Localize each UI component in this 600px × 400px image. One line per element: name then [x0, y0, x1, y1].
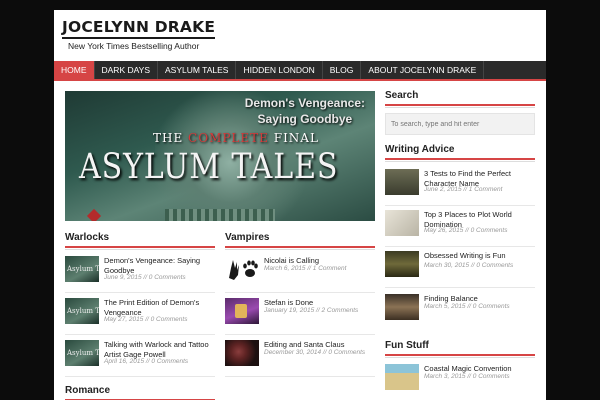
post-meta: June 9, 2015 // 0 Comments — [104, 274, 186, 281]
divider — [225, 334, 375, 335]
post-title[interactable]: The Print Edition of Demon's Vengeance — [104, 298, 215, 317]
list-item[interactable]: Coastal Magic Convention March 3, 2015 /… — [385, 364, 535, 398]
hero-subtitle-line2: Saying Goodbye — [257, 112, 353, 126]
thumbnail-text: Asylum Tales — [67, 307, 99, 315]
post-thumbnail[interactable] — [385, 364, 419, 390]
divider — [65, 334, 215, 335]
site-logo[interactable]: JOCELYNN DRAKE New York Times Bestsellin… — [62, 18, 216, 51]
vampires-section: Vampires — [225, 232, 375, 250]
warlocks-section: Warlocks — [65, 232, 215, 250]
search-input[interactable] — [385, 113, 535, 135]
post-meta: June 2, 2015 // 1 Comment — [424, 186, 503, 193]
list-item[interactable]: Stefan is Done January 19, 2015 // 2 Com… — [225, 298, 375, 335]
hero-complete-red: COMPLETE — [188, 131, 269, 145]
post-thumbnail[interactable] — [385, 210, 419, 236]
book-cover-shape — [235, 304, 247, 318]
divider — [385, 287, 535, 288]
thumbnail-text: Asylum Tales — [67, 349, 99, 357]
nav-item-about[interactable]: ABOUT JOCELYNN DRAKE — [361, 61, 485, 79]
writing-advice-section: Writing Advice — [385, 144, 535, 162]
hero-subtitle-line1: Demon's Vengeance: — [244, 96, 365, 110]
list-item[interactable]: Editing and Santa Claus December 30, 201… — [225, 340, 375, 377]
post-thumbnail[interactable] — [225, 340, 259, 366]
divider — [385, 246, 535, 247]
post-title[interactable]: Talking with Warlock and Tattoo Artist G… — [104, 340, 215, 359]
post-thumbnail[interactable] — [225, 298, 259, 324]
list-item[interactable]: Asylum Tales The Print Edition of Demon'… — [65, 298, 215, 335]
post-meta: March 6, 2015 // 1 Comment — [264, 265, 347, 272]
post-thumbnail[interactable] — [385, 294, 419, 320]
post-title[interactable]: Demon's Vengeance: Saying Goodbye — [104, 256, 215, 275]
list-item[interactable]: Nicolai is Calling March 6, 2015 // 1 Co… — [225, 256, 375, 293]
post-meta: March 3, 2015 // 0 Comments — [424, 373, 510, 380]
post-meta: March 30, 2015 // 0 Comments — [424, 262, 514, 269]
post-meta: April 16, 2015 // 0 Comments — [104, 358, 189, 365]
hero-belt — [165, 209, 275, 221]
romance-heading[interactable]: Romance — [65, 385, 215, 400]
site-tagline: New York Times Bestselling Author — [68, 41, 200, 51]
post-meta: March 5, 2015 // 0 Comments — [424, 303, 510, 310]
fun-stuff-section: Fun Stuff — [385, 340, 535, 358]
search-widget: Search — [385, 90, 535, 108]
list-item[interactable]: Obsessed Writing is Fun March 30, 2015 /… — [385, 251, 535, 288]
hero-title: ASYLUM TALES — [79, 147, 339, 187]
divider — [65, 376, 215, 377]
post-thumbnail[interactable]: Asylum Tales — [65, 256, 99, 282]
vampires-heading[interactable]: Vampires — [225, 232, 375, 250]
hero-red-mark — [86, 208, 102, 221]
nav-item-asylum-tales[interactable]: ASYLUM TALES — [158, 61, 237, 79]
post-meta: May 26, 2015 // 0 Comments — [424, 227, 508, 234]
hero-subtitle: Demon's Vengeance: Saying Goodbye — [245, 95, 365, 127]
search-heading: Search — [385, 90, 535, 108]
nav-item-home[interactable]: HOME — [54, 61, 95, 79]
post-thumbnail[interactable] — [385, 169, 419, 195]
divider — [385, 205, 535, 206]
post-thumbnail[interactable]: Asylum Tales — [65, 340, 99, 366]
list-item[interactable]: 3 Tests to Find the Perfect Character Na… — [385, 169, 535, 206]
site-title[interactable]: JOCELYNN DRAKE — [62, 18, 216, 39]
paw-prints-icon — [229, 260, 258, 280]
post-title[interactable]: Obsessed Writing is Fun — [424, 251, 535, 261]
hero-complete-final: THE COMPLETE FINAL — [153, 131, 319, 145]
list-item[interactable]: Finding Balance March 5, 2015 // 0 Comme… — [385, 294, 535, 328]
thumbnail-text: Asylum Tales — [67, 265, 99, 273]
post-meta: January 19, 2015 // 2 Comments — [264, 307, 359, 314]
nav-item-dark-days[interactable]: DARK DAYS — [95, 61, 158, 79]
post-thumbnail[interactable] — [225, 256, 259, 282]
main-nav: HOME DARK DAYS ASYLUM TALES HIDDEN LONDO… — [54, 61, 546, 81]
list-item[interactable]: Asylum Tales Talking with Warlock and Ta… — [65, 340, 215, 377]
list-item[interactable]: Top 3 Places to Plot World Domination Ma… — [385, 210, 535, 247]
nav-item-blog[interactable]: BLOG — [323, 61, 362, 79]
nav-item-hidden-london[interactable]: HIDDEN LONDON — [236, 61, 323, 79]
post-meta: May 27, 2015 // 0 Comments — [104, 316, 188, 323]
divider — [65, 292, 215, 293]
post-meta: December 30, 2014 // 0 Comments — [264, 349, 366, 356]
post-thumbnail[interactable]: Asylum Tales — [65, 298, 99, 324]
list-item[interactable]: Asylum Tales Demon's Vengeance: Saying G… — [65, 256, 215, 293]
post-thumbnail[interactable] — [385, 251, 419, 277]
hero-banner[interactable]: Demon's Vengeance: Saying Goodbye THE CO… — [65, 91, 375, 221]
divider — [225, 376, 375, 377]
fun-stuff-heading[interactable]: Fun Stuff — [385, 340, 535, 358]
page: JOCELYNN DRAKE New York Times Bestsellin… — [54, 10, 546, 400]
romance-section: Romance — [65, 385, 215, 400]
hero-complete-prefix: THE — [153, 131, 189, 145]
divider — [225, 292, 375, 293]
writing-advice-heading[interactable]: Writing Advice — [385, 144, 535, 162]
hero-complete-suffix: FINAL — [268, 131, 319, 145]
warlocks-heading[interactable]: Warlocks — [65, 232, 215, 250]
